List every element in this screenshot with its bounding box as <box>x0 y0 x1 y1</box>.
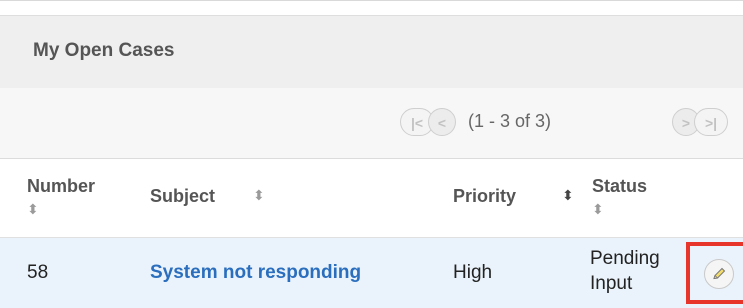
table-row: 58 System not responding High Pending In… <box>0 238 743 308</box>
sort-icon[interactable]: ⬍ <box>27 201 39 218</box>
last-page-icon: >| <box>704 115 718 131</box>
sort-icon[interactable]: ⬍ <box>562 187 574 204</box>
pagination-range: (1 - 3 of 3) <box>468 111 552 131</box>
pagination-bar: |< < (1 - 3 of 3) > >| <box>0 88 743 159</box>
table-header-row: Number ⬍ Subject ⬍ Priority ⬍ Status ⬍ <box>0 159 743 238</box>
column-header-status[interactable]: Status <box>592 176 647 197</box>
case-subject-link[interactable]: System not responding <box>150 262 361 284</box>
last-page-button[interactable]: >| <box>694 108 728 136</box>
dashlet-header: My Open Cases <box>0 15 743 89</box>
sort-icon[interactable]: ⬍ <box>592 201 604 218</box>
column-header-subject[interactable]: Subject <box>150 186 215 207</box>
chevron-right-icon: > <box>681 115 691 131</box>
column-header-number[interactable]: Number <box>27 176 95 197</box>
case-priority: High <box>453 262 493 283</box>
pencil-icon <box>713 267 726 280</box>
previous-page-button[interactable]: < <box>428 108 456 136</box>
case-status-line2: Input <box>590 273 633 294</box>
edit-button[interactable] <box>704 259 734 289</box>
column-header-priority[interactable]: Priority <box>453 186 516 207</box>
first-page-icon: |< <box>410 115 424 131</box>
dashlet-title: My Open Cases <box>33 40 175 61</box>
case-number: 58 <box>27 262 49 283</box>
chevron-left-icon: < <box>437 115 447 131</box>
edit-button-highlight <box>686 242 743 304</box>
dashlet-my-open-cases: My Open Cases |< < (1 - 3 of 3) > >| Num… <box>0 0 743 308</box>
case-status-line1: Pending <box>590 248 660 269</box>
sort-icon[interactable]: ⬍ <box>253 187 265 204</box>
